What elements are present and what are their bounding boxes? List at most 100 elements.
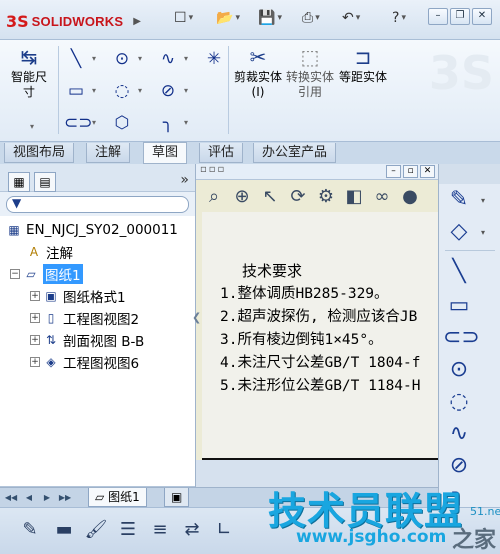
tab-evaluate[interactable]: 评估: [199, 143, 244, 163]
last-sheet-icon[interactable]: ▶▶: [58, 491, 72, 504]
expand-icon[interactable]: +: [30, 335, 40, 345]
chevron-down-icon[interactable]: ▾: [138, 86, 142, 95]
line-thickness-icon[interactable]: ☰: [116, 518, 140, 542]
spline-icon[interactable]: ∿: [443, 420, 475, 448]
tab-view-layout[interactable]: 视图布局: [4, 143, 75, 163]
help-button[interactable]: ? ▾: [392, 10, 406, 26]
menu-arrow-icon[interactable]: ▶: [133, 16, 141, 27]
open-document-button[interactable]: 📂 ▾: [216, 10, 240, 26]
expand-icon[interactable]: +: [30, 291, 40, 301]
previous-view-icon[interactable]: ↖: [256, 186, 284, 207]
fillet-tool-button[interactable]: ╮: [156, 112, 180, 134]
line-tool-button[interactable]: ╲: [64, 48, 88, 70]
tab-annotation[interactable]: 注解: [86, 143, 131, 163]
ellipse-tool-button[interactable]: ⊘: [156, 80, 180, 102]
save-button[interactable]: 💾 ▾: [258, 10, 282, 26]
chevron-down-icon[interactable]: ▾: [235, 13, 240, 23]
arc-icon[interactable]: ◌: [443, 388, 475, 416]
property-manager-tab[interactable]: ▤: [34, 172, 56, 192]
origin-icon[interactable]: ∟: [212, 518, 236, 542]
filter-input[interactable]: ▼: [6, 196, 189, 213]
line-style-icon[interactable]: ≡: [148, 518, 172, 542]
chevron-down-icon[interactable]: ▾: [92, 118, 96, 127]
polygon-tool-button[interactable]: ⬡: [110, 112, 134, 134]
zoom-to-fit-icon[interactable]: ⌕: [200, 186, 228, 207]
appearance-icon[interactable]: ●: [396, 186, 424, 207]
doc-minimize-button[interactable]: –: [386, 165, 401, 178]
edit-appearance-icon[interactable]: ✎: [18, 518, 42, 542]
chevron-down-icon[interactable]: ▾: [184, 86, 188, 95]
circle-icon[interactable]: ⊙: [443, 356, 475, 384]
collapse-icon[interactable]: −: [10, 269, 20, 279]
feature-manager-tab[interactable]: ▦: [8, 172, 30, 192]
new-document-button[interactable]: ☐ ▾: [174, 10, 193, 26]
rectangle-tool-button[interactable]: ▭: [64, 80, 88, 102]
doc-close-button[interactable]: ✕: [420, 165, 435, 178]
smart-dimension-button[interactable]: ↹ 智能尺寸: [6, 46, 52, 100]
chevron-down-icon[interactable]: ▾: [92, 86, 96, 95]
slot-tool-button[interactable]: ⊂⊃: [64, 112, 93, 134]
line-icon[interactable]: ╲: [443, 258, 475, 286]
print-button[interactable]: ⎙ ▾: [302, 10, 320, 26]
drawing-sheet[interactable]: 技术要求 1.整体调质HB285-329。 2.超声波探伤, 检测应该合JB 3…: [202, 212, 438, 460]
rectangle-icon[interactable]: ▭: [443, 292, 475, 320]
rebuild-icon[interactable]: ⟳: [284, 186, 312, 207]
chevron-down-icon[interactable]: ▾: [315, 13, 320, 23]
chevron-down-icon[interactable]: ▾: [189, 13, 194, 23]
toolbar-grip[interactable]: [439, 164, 500, 184]
chevron-down-icon[interactable]: ▾: [481, 228, 485, 237]
tab-office-products[interactable]: 办公室产品: [253, 143, 337, 163]
hide-show-items-icon[interactable]: ∞: [368, 186, 396, 207]
layer-icon[interactable]: ▬: [52, 518, 76, 542]
convert-entities-button[interactable]: ⬚ 转换实体引用: [286, 46, 334, 100]
point-tool-button[interactable]: ✳: [202, 48, 226, 70]
chevron-down-icon[interactable]: ▾: [356, 13, 361, 23]
trim-entities-button[interactable]: ✂ 剪裁实体(I): [234, 46, 282, 100]
chevron-down-icon[interactable]: ▾: [401, 13, 406, 23]
tree-root[interactable]: ▦ EN_NJCJ_SY02_000011: [6, 220, 178, 240]
tree-item-sheet[interactable]: − ▱ 图纸1: [10, 264, 83, 284]
view-settings-icon[interactable]: ⚙: [312, 186, 340, 207]
tree-item-annotations[interactable]: A 注解: [26, 242, 73, 262]
chevron-right-icon[interactable]: »: [180, 172, 189, 188]
chevron-down-icon[interactable]: ▾: [184, 54, 188, 63]
tree-item-drawing-view-2[interactable]: + ▯ 工程图视图2: [30, 308, 139, 328]
graphics-area[interactable]: ▫▫▫ – ▫ ✕ ⌕ ⊕ ↖ ⟳ ⚙ ◧ ∞ ● 技术要求 1.整体调质HB2…: [196, 164, 438, 487]
sheet-tab-1[interactable]: ▱ 图纸1: [88, 488, 147, 507]
tree-item-drawing-view-6[interactable]: + ◈ 工程图视图6: [30, 352, 139, 372]
chevron-down-icon[interactable]: ▾: [277, 13, 282, 23]
expand-icon[interactable]: +: [30, 357, 40, 367]
offset-entities-button[interactable]: ⊐ 等距实体: [338, 46, 388, 85]
sketch-icon[interactable]: ✎: [443, 186, 475, 214]
chevron-down-icon[interactable]: ▾: [92, 54, 96, 63]
expand-icon[interactable]: +: [30, 313, 40, 323]
undo-button[interactable]: ↶ ▾: [342, 10, 360, 26]
minimize-button[interactable]: –: [428, 8, 448, 25]
line-color-icon[interactable]: 🖌: [84, 518, 108, 542]
circle-tool-button[interactable]: ⊙: [110, 48, 134, 70]
display-style-icon[interactable]: ◧: [340, 186, 368, 207]
next-sheet-icon[interactable]: ▶: [40, 491, 54, 504]
spline-tool-button[interactable]: ∿: [156, 48, 180, 70]
zoom-to-area-icon[interactable]: ⊕: [228, 186, 256, 207]
panel-splitter-handle[interactable]: ❮: [192, 304, 201, 332]
doc-restore-button[interactable]: ▫: [403, 165, 418, 178]
slot-icon[interactable]: ⊂⊃: [443, 324, 480, 352]
chevron-down-icon[interactable]: ▾: [184, 118, 188, 127]
tab-sketch[interactable]: 草图: [143, 142, 188, 164]
tree-item-section-view[interactable]: + ⇅ 剖面视图 B-B: [30, 330, 144, 350]
chevron-down-icon[interactable]: ▾: [30, 122, 34, 131]
first-sheet-icon[interactable]: ◀◀: [4, 491, 18, 504]
align-icon[interactable]: ⇄: [180, 518, 204, 542]
solidworks-logo[interactable]: 3S SOLIDWORKS ▶: [6, 9, 141, 33]
restore-button[interactable]: ❐: [450, 8, 470, 25]
ellipse-icon[interactable]: ⊘: [443, 452, 475, 480]
arc-tool-button[interactable]: ◌: [110, 80, 134, 102]
chevron-down-icon[interactable]: ▾: [138, 54, 142, 63]
previous-sheet-icon[interactable]: ◀: [22, 491, 36, 504]
smart-dimension-icon[interactable]: ◇: [443, 218, 475, 246]
close-button[interactable]: ✕: [472, 8, 492, 25]
chevron-down-icon[interactable]: ▾: [481, 196, 485, 205]
tree-item-sheet-format[interactable]: + ▣ 图纸格式1: [30, 286, 126, 306]
add-sheet-button[interactable]: ▣: [164, 488, 190, 507]
